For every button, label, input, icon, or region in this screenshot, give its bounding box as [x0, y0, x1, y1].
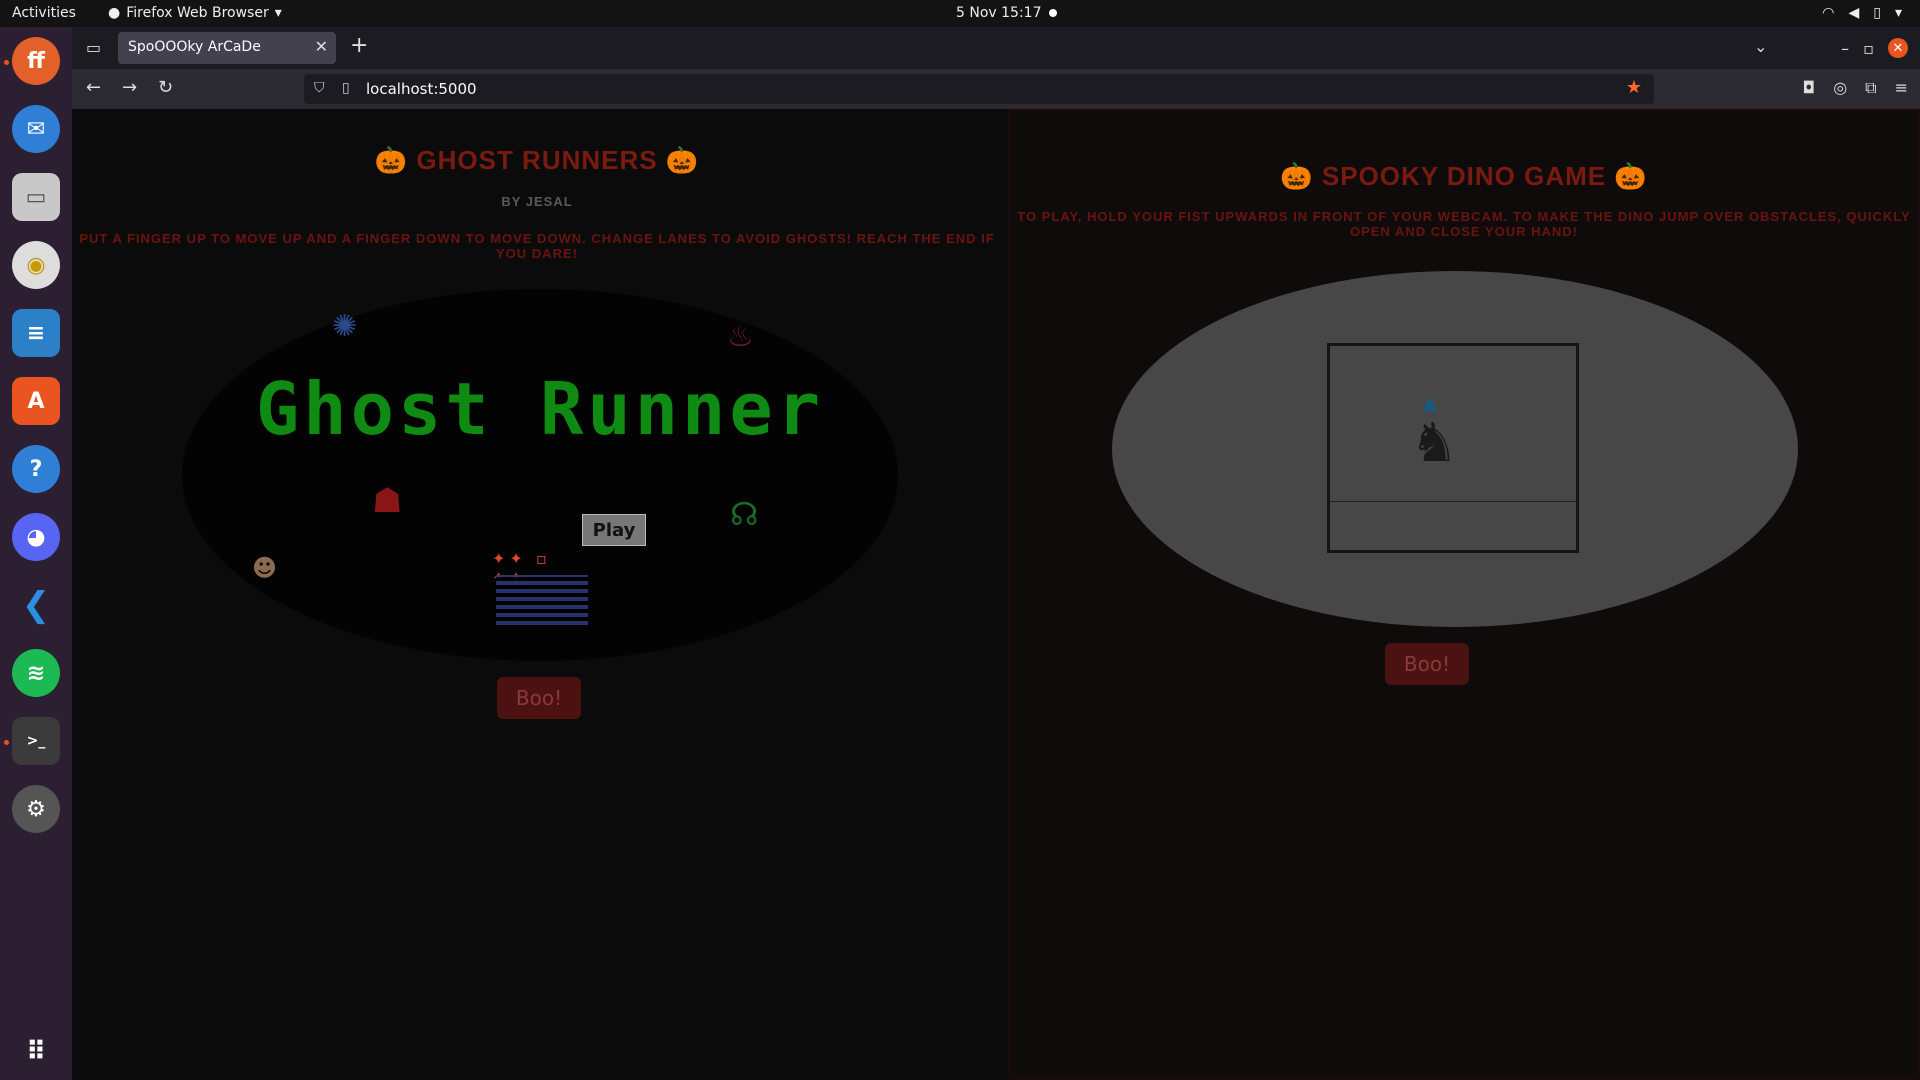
- thunderbird-icon[interactable]: ✉: [12, 105, 60, 153]
- bookmark-star-icon[interactable]: ★: [1626, 77, 1642, 98]
- player-sprite-icon: ☻: [252, 554, 278, 582]
- url-text: localhost:5000: [366, 80, 477, 98]
- ghost-runner-title: 🎃 GHOST RUNNERS 🎃: [374, 145, 700, 175]
- ghost-runner-author: BY JESAL: [501, 194, 573, 209]
- app-center-icon[interactable]: A: [12, 377, 60, 425]
- pocket-icon[interactable]: ◘: [1803, 78, 1816, 98]
- dino-title: 🎃 SPOOKY DINO GAME 🎃: [1280, 161, 1648, 191]
- maximize-icon[interactable]: ▫: [1863, 39, 1874, 58]
- page-content: 🎃 GHOST RUNNERS 🎃 BY JESAL PUT A FINGER …: [72, 109, 1920, 1080]
- chevron-down-icon[interactable]: ⌄: [1754, 37, 1767, 56]
- dock: ff ✉ ▭ ◉ ≡ A ? ◕ ❮ ≋ >_ ⚙ ⠿: [0, 27, 72, 1080]
- app-menu[interactable]: ● Firefox Web Browser ▾: [108, 5, 282, 21]
- bat-ghost-sprite-icon: ✺: [332, 309, 358, 344]
- play-button[interactable]: Play: [582, 514, 646, 546]
- tab-active[interactable]: SpoOOOky ArCaDe ✕: [118, 32, 336, 64]
- forward-icon[interactable]: →: [122, 77, 137, 98]
- terminal-icon[interactable]: >_: [12, 717, 60, 765]
- dino-boo-button[interactable]: Boo!: [1385, 643, 1469, 685]
- running-indicator: [4, 740, 9, 745]
- writer-icon[interactable]: ≡: [12, 309, 60, 357]
- battery-icon: ▯: [1873, 5, 1881, 21]
- vscode-icon[interactable]: ❮: [12, 581, 60, 629]
- clock[interactable]: 5 Nov 15:17: [956, 5, 1041, 21]
- notification-dot: [1049, 9, 1057, 17]
- new-tab-button[interactable]: +: [350, 33, 368, 58]
- volume-icon: ◀: [1848, 5, 1860, 21]
- system-tray[interactable]: ◠ ◀ ▯ ▾: [1822, 5, 1902, 21]
- ghost-runner-logo: Ghost Runner: [255, 367, 825, 451]
- pink-ghost-sprite-icon: ♨: [727, 319, 754, 354]
- close-window-icon[interactable]: ✕: [1888, 38, 1908, 58]
- app-menu-label: Firefox Web Browser: [126, 5, 269, 21]
- shield-icon[interactable]: ⛉: [314, 80, 325, 96]
- help-icon[interactable]: ?: [12, 445, 60, 493]
- ghost-runner-panel: 🎃 GHOST RUNNERS 🎃 BY JESAL PUT A FINGER …: [72, 109, 1002, 1080]
- tab-bar: ▭ SpoOOOky ArCaDe ✕ + ⌄ – ▫ ✕: [72, 27, 1920, 69]
- extensions-icon[interactable]: ⧉: [1865, 78, 1876, 98]
- chevron-down-icon: ▾: [1894, 5, 1902, 21]
- ghost-runner-game-canvas[interactable]: Ghost Runner Play ✺ ♨ ☗ ☊ ☻ ✦✦ ▫ ✦✦: [182, 289, 898, 661]
- tab-title: SpoOOOky ArCaDe: [128, 39, 261, 55]
- toolbar-right: ◘ ◎ ⧉ ≡: [1803, 78, 1908, 98]
- menu-icon[interactable]: ≡: [1895, 78, 1908, 98]
- close-icon[interactable]: ✕: [315, 37, 328, 56]
- dino-instructions: TO PLAY, HOLD YOUR FIST UPWARDS IN FRONT…: [1017, 209, 1911, 239]
- reload-icon[interactable]: ↻: [158, 77, 173, 98]
- back-icon[interactable]: ←: [86, 77, 101, 98]
- settings-icon[interactable]: ⚙: [12, 785, 60, 833]
- discord-icon[interactable]: ◕: [12, 513, 60, 561]
- system-top-bar: Activities ● Firefox Web Browser ▾ 5 Nov…: [0, 0, 1920, 27]
- spotify-icon[interactable]: ≋: [12, 649, 60, 697]
- firefox-icon[interactable]: ff: [12, 37, 60, 85]
- red-ghost-sprite-icon: ☗: [372, 481, 403, 521]
- running-indicator: [4, 60, 9, 65]
- dino-game-panel: 🎃 SPOOKY DINO GAME 🎃 TO PLAY, HOLD YOUR …: [1008, 109, 1920, 1080]
- account-icon[interactable]: ◎: [1833, 78, 1847, 98]
- activities-button[interactable]: Activities: [12, 5, 76, 21]
- wifi-icon: ◠: [1822, 5, 1835, 21]
- ghost-runner-instructions: PUT A FINGER UP TO MOVE UP AND A FINGER …: [79, 231, 995, 261]
- page-icon: ▯: [342, 80, 350, 96]
- files-icon[interactable]: ▭: [12, 173, 60, 221]
- firefox-small-icon: ●: [108, 5, 121, 21]
- dino-game-stage[interactable]: ▲ ♞: [1112, 271, 1798, 627]
- haunted-house-sprite-icon: ✦✦ ▫ ✦✦: [492, 549, 592, 629]
- minimize-icon[interactable]: –: [1841, 39, 1849, 58]
- window-controls: – ▫ ✕: [1841, 27, 1920, 69]
- rhythmbox-icon[interactable]: ◉: [12, 241, 60, 289]
- browser-window: ▭ SpoOOOky ArCaDe ✕ + ⌄ – ▫ ✕ ← → ↻ ⛉ ▯ …: [72, 27, 1920, 1080]
- ghost-runner-boo-button[interactable]: Boo!: [497, 677, 581, 719]
- navigation-bar: ← → ↻ ⛉ ▯ localhost:5000 ★ ◘ ◎ ⧉ ≡: [72, 69, 1920, 109]
- dino-sprite-icon: ♞: [1410, 411, 1459, 474]
- url-bar[interactable]: ⛉ ▯ localhost:5000 ★: [304, 74, 1654, 104]
- green-ghost-sprite-icon: ☊: [730, 495, 759, 533]
- app-grid-icon[interactable]: ⠿: [12, 1028, 60, 1076]
- ground-line: [1330, 501, 1576, 502]
- tab-overview-icon[interactable]: ▭: [86, 38, 101, 57]
- dino-game-canvas[interactable]: ▲ ♞: [1327, 343, 1579, 553]
- chevron-down-icon: ▾: [274, 5, 282, 21]
